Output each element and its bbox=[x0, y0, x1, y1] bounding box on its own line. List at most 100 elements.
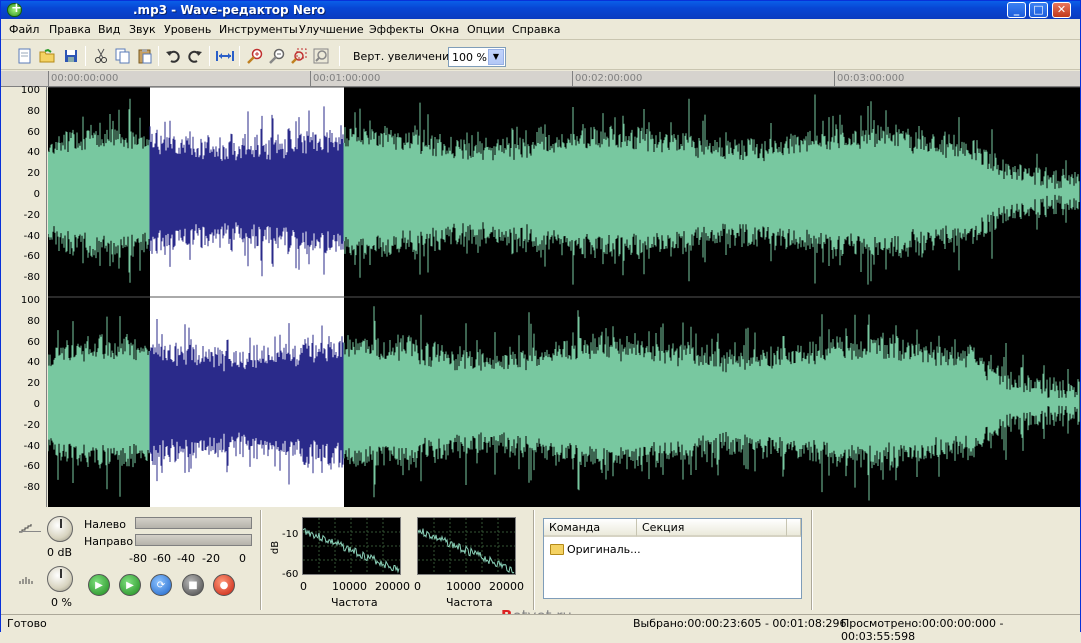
spectrum-x-label: Частота bbox=[331, 596, 378, 609]
toolbar-separator bbox=[209, 46, 210, 66]
time-marker bbox=[48, 71, 49, 87]
menu-enhance[interactable]: Улучшение bbox=[299, 23, 364, 36]
menu-level[interactable]: Уровень bbox=[164, 23, 211, 36]
history-item[interactable]: Оригиналь... bbox=[550, 543, 641, 556]
close-button[interactable]: ✕ bbox=[1052, 2, 1071, 18]
history-col-section[interactable]: Секция bbox=[637, 519, 787, 537]
redo-icon[interactable] bbox=[185, 46, 205, 66]
scale-label: 60 bbox=[27, 126, 40, 138]
zoom-out-icon[interactable] bbox=[267, 46, 287, 66]
meter-tick: -80 bbox=[129, 552, 147, 565]
fit-width-icon[interactable] bbox=[215, 46, 235, 66]
scale-label: 100 bbox=[20, 85, 40, 96]
undo-icon[interactable] bbox=[163, 46, 183, 66]
scale-label: -80 bbox=[23, 482, 40, 494]
vertical-zoom-label: Верт. увеличение bbox=[353, 50, 457, 63]
chevron-down-icon[interactable]: ▼ bbox=[488, 49, 504, 65]
panel-divider bbox=[260, 510, 262, 610]
scale-label: -40 bbox=[23, 230, 40, 242]
record-button[interactable]: ● bbox=[213, 574, 235, 596]
scale-label: -40 bbox=[23, 440, 40, 452]
zoom-in-icon[interactable] bbox=[245, 46, 265, 66]
pan-knob[interactable] bbox=[47, 566, 73, 592]
menu-edit[interactable]: Правка bbox=[49, 23, 91, 36]
window-title: .mp3 - Wave-редактор Nero bbox=[133, 3, 326, 17]
waveform-view[interactable] bbox=[47, 86, 1080, 507]
gain-icon bbox=[19, 524, 41, 533]
main-window: .mp3 - Wave-редактор Nero _ □ ✕ Файл Пра… bbox=[0, 0, 1081, 643]
title-bar[interactable]: .mp3 - Wave-редактор Nero _ □ ✕ bbox=[1, 1, 1080, 19]
spectrum-x-tick: 0 bbox=[414, 580, 421, 593]
menu-windows[interactable]: Окна bbox=[430, 23, 459, 36]
spectrum-y-tick-bottom: -60 bbox=[282, 569, 299, 580]
open-folder-icon[interactable] bbox=[37, 46, 57, 66]
time-label: 00:01:00:000 bbox=[313, 73, 381, 84]
paste-icon[interactable] bbox=[135, 46, 155, 66]
status-bar: Готово Выбрано:00:00:23:605 - 00:01:08:2… bbox=[1, 614, 1080, 643]
play-icon: ▶ bbox=[95, 579, 103, 591]
menu-bar: Файл Правка Вид Звук Уровень Инструменты… bbox=[1, 20, 1080, 40]
toolbar-separator bbox=[158, 46, 159, 66]
toolbar: Верт. увеличение 100 % ▼ bbox=[1, 42, 1080, 70]
cut-icon[interactable] bbox=[91, 46, 111, 66]
copy-icon[interactable] bbox=[113, 46, 133, 66]
zoom-selection-icon[interactable] bbox=[289, 46, 309, 66]
scale-label: 40 bbox=[27, 357, 40, 369]
history-list[interactable]: Команда Секция Оригиналь... bbox=[543, 518, 802, 599]
time-marker bbox=[834, 71, 835, 87]
spectrum-x-tick: 0 bbox=[300, 580, 307, 593]
zoom-full-icon[interactable] bbox=[311, 46, 331, 66]
play-selection-button[interactable]: ▶ bbox=[119, 574, 141, 596]
menu-file[interactable]: Файл bbox=[9, 23, 39, 36]
waveform-canvas[interactable] bbox=[47, 86, 1080, 507]
save-icon[interactable] bbox=[61, 46, 81, 66]
record-icon: ● bbox=[219, 579, 229, 591]
maximize-button[interactable]: □ bbox=[1029, 2, 1048, 18]
panel-divider bbox=[533, 510, 535, 610]
menu-help[interactable]: Справка bbox=[512, 23, 560, 36]
time-label: 00:00:00:000 bbox=[51, 73, 119, 84]
status-view-range: Просмотрено:00:00:00:000 - 00:03:55:598 bbox=[841, 617, 1004, 643]
time-label: 00:02:00:000 bbox=[575, 73, 643, 84]
menu-effects[interactable]: Эффекты bbox=[369, 23, 424, 36]
scale-label: 20 bbox=[27, 378, 40, 390]
scale-label: 0 bbox=[33, 399, 40, 410]
minimize-button[interactable]: _ bbox=[1007, 2, 1026, 18]
right-level-meter bbox=[135, 534, 252, 546]
pan-icon bbox=[19, 577, 33, 584]
spectrum-right bbox=[417, 517, 516, 575]
play-button[interactable]: ▶ bbox=[88, 574, 110, 596]
history-item-label: Оригиналь... bbox=[567, 543, 641, 556]
spectrum-x-tick: 10000 bbox=[446, 580, 481, 593]
toolbar-separator bbox=[339, 46, 340, 66]
spectrum-y-tick-top: -10 bbox=[282, 529, 299, 540]
meter-tick: -60 bbox=[153, 552, 171, 565]
play-selection-icon: ▶ bbox=[126, 579, 134, 591]
loop-button[interactable]: ⟳ bbox=[150, 574, 172, 596]
history-col-command[interactable]: Команда bbox=[544, 519, 637, 537]
new-file-icon[interactable] bbox=[15, 46, 35, 66]
history-col-extra[interactable] bbox=[787, 519, 801, 537]
scale-label: -20 bbox=[23, 209, 40, 221]
menu-view[interactable]: Вид bbox=[98, 23, 120, 36]
timeline-ruler[interactable]: 00:00:00:000 00:01:00:000 00:02:00:000 0… bbox=[1, 71, 1080, 87]
left-level-meter bbox=[135, 517, 252, 529]
meter-tick: 0 bbox=[239, 552, 246, 565]
scale-label: 80 bbox=[27, 315, 40, 327]
spectrum-x-label: Частота bbox=[446, 596, 493, 609]
menu-sound[interactable]: Звук bbox=[129, 23, 156, 36]
stop-button[interactable]: ■ bbox=[182, 574, 204, 596]
toolbar-separator bbox=[85, 46, 86, 66]
gain-knob[interactable] bbox=[47, 516, 73, 542]
menu-options[interactable]: Опции bbox=[467, 23, 505, 36]
spectrum-left bbox=[302, 517, 401, 575]
stop-icon: ■ bbox=[188, 579, 198, 591]
vertical-zoom-dropdown[interactable]: 100 % ▼ bbox=[448, 47, 506, 67]
loop-icon: ⟳ bbox=[156, 579, 166, 591]
left-channel-label: Налево bbox=[84, 518, 127, 531]
scale-label: -60 bbox=[23, 461, 40, 473]
scale-label: 80 bbox=[27, 105, 40, 117]
menu-tools[interactable]: Инструменты bbox=[219, 23, 298, 36]
status-selection: Выбрано:00:00:23:605 - 00:01:08:296 bbox=[633, 617, 847, 630]
amplitude-scale: 100 80 60 40 20 0 -20 -40 -60 -80 100 80 60 40 20 0 -20 -… bbox=[1, 85, 47, 507]
